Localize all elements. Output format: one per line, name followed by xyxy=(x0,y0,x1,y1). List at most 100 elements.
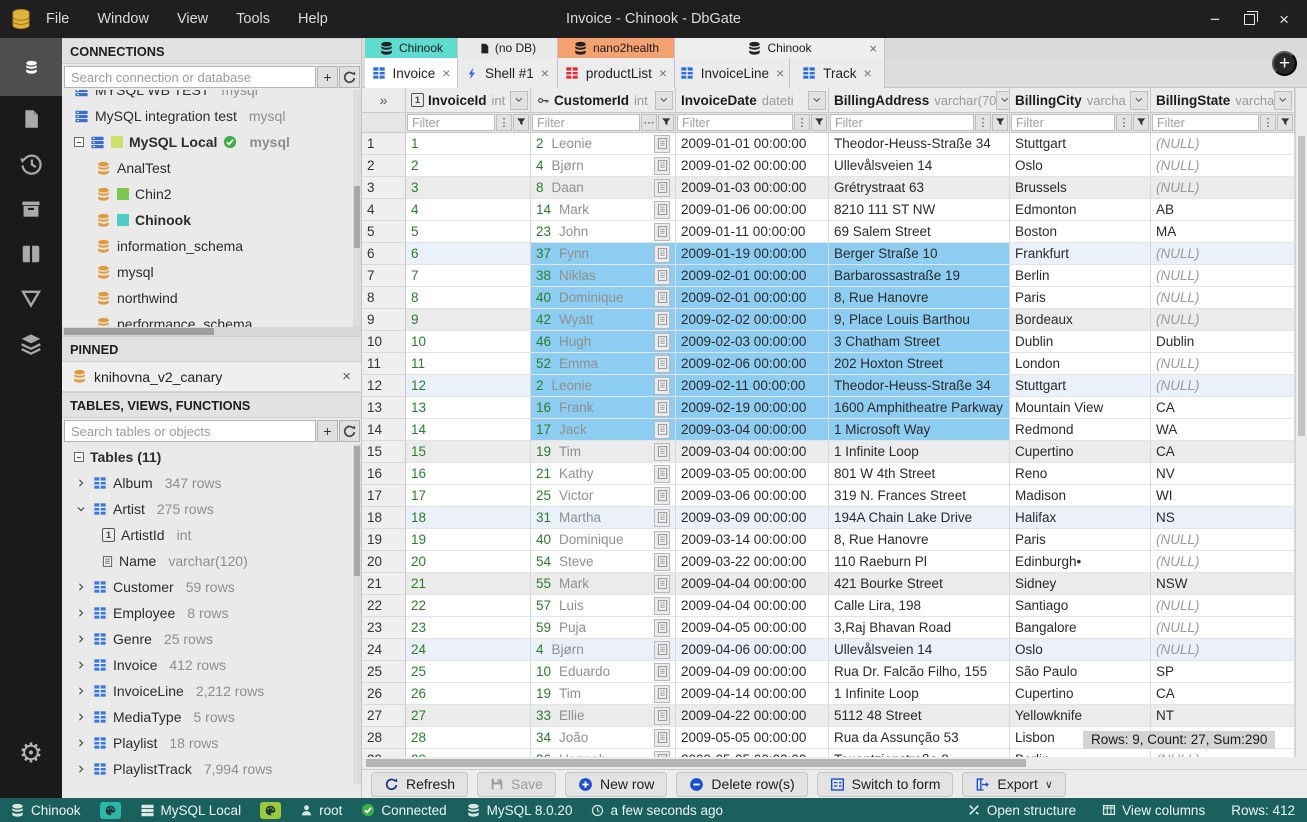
cell-invoicedate[interactable]: 2009-04-04 00:00:00 xyxy=(676,595,829,617)
cell-billingaddress[interactable]: 110 Raeburn Pl xyxy=(829,551,1010,573)
lookup-document-icon[interactable] xyxy=(654,508,670,527)
cell-billingstate[interactable]: (NULL) xyxy=(1151,265,1295,287)
tables-search-input[interactable] xyxy=(64,420,316,442)
cell-billingstate[interactable]: (NULL) xyxy=(1151,749,1295,757)
lookup-document-icon[interactable] xyxy=(654,596,670,615)
cell-billingstate[interactable]: NS xyxy=(1151,507,1295,529)
cell-invoiceid[interactable]: 8 xyxy=(406,287,531,309)
cell-customerid[interactable]: 55 Mark xyxy=(531,573,676,595)
cell-customerid[interactable]: 54 Steve xyxy=(531,551,676,573)
close-tab-icon[interactable]: × xyxy=(864,65,872,81)
filter-input-invoicedate[interactable] xyxy=(677,114,793,131)
cell-invoicedate[interactable]: 2009-02-11 00:00:00 xyxy=(676,375,829,397)
grid-hscrollbar[interactable] xyxy=(362,757,1307,769)
delete-row-s--button[interactable]: Delete row(s) xyxy=(676,771,808,797)
cell-customerid[interactable]: 52 Emma xyxy=(531,353,676,375)
cell-invoicedate[interactable]: 2009-05-05 00:00:00 xyxy=(676,727,829,749)
cell-billingaddress[interactable]: Ullevålsveien 14 xyxy=(829,155,1010,177)
menu-file[interactable]: File xyxy=(46,11,69,27)
chevron-icon[interactable] xyxy=(76,660,87,670)
connection-item[interactable]: MySQL Local mysql xyxy=(62,129,361,155)
cell-invoicedate[interactable]: 2009-02-01 00:00:00 xyxy=(676,287,829,309)
unpin-button[interactable]: × xyxy=(342,368,351,385)
cell-invoicedate[interactable]: 2009-03-06 00:00:00 xyxy=(676,485,829,507)
cell-invoiceid[interactable]: 28 xyxy=(406,727,531,749)
cell-billingstate[interactable]: (NULL) xyxy=(1151,309,1295,331)
cell-billingstate[interactable]: (NULL) xyxy=(1151,639,1295,661)
cell-billingaddress[interactable]: 1600 Amphitheatre Parkway xyxy=(829,397,1010,419)
filter-funnel-button[interactable] xyxy=(658,114,674,131)
cell-invoiceid[interactable]: 18 xyxy=(406,507,531,529)
cell-customerid[interactable]: 19 Tim xyxy=(531,683,676,705)
cell-billingstate[interactable]: (NULL) xyxy=(1151,243,1295,265)
status-chinook[interactable]: Chinook xyxy=(10,803,81,818)
cell-billingcity[interactable]: Bordeaux xyxy=(1010,309,1151,331)
tables-group[interactable]: Tables (11) xyxy=(62,444,361,470)
cell-billingstate[interactable]: (NULL) xyxy=(1151,595,1295,617)
cell-billingaddress[interactable]: Rua da Assunção 53 xyxy=(829,727,1010,749)
menu-tools[interactable]: Tools xyxy=(236,11,270,27)
lookup-document-icon[interactable] xyxy=(654,618,670,637)
cell-billingcity[interactable]: Frankfurt xyxy=(1010,243,1151,265)
cell-billingstate[interactable]: AB xyxy=(1151,199,1295,221)
cell-billingstate[interactable]: NSW xyxy=(1151,573,1295,595)
status-view-columns[interactable]: View columns xyxy=(1102,803,1205,818)
cell-billingcity[interactable]: Cupertino xyxy=(1010,683,1151,705)
row-number[interactable]: 17 xyxy=(362,485,406,507)
cell-billingaddress[interactable]: 319 N. Frances Street xyxy=(829,485,1010,507)
cell-billingcity[interactable]: Oslo xyxy=(1010,155,1151,177)
status-rows-412[interactable]: Rows: 412 xyxy=(1231,803,1295,818)
cell-billingaddress[interactable]: 1 Infinite Loop xyxy=(829,683,1010,705)
lookup-document-icon[interactable] xyxy=(654,222,670,241)
chevron-icon[interactable] xyxy=(76,764,87,774)
tab-productlist[interactable]: productList × xyxy=(558,58,675,88)
filter-funnel-button[interactable] xyxy=(992,114,1008,131)
cell-invoiceid[interactable]: 10 xyxy=(406,331,531,353)
cell-customerid[interactable]: 31 Martha xyxy=(531,507,676,529)
cell-invoicedate[interactable]: 2009-01-01 00:00:00 xyxy=(676,133,829,155)
refresh-connections-button[interactable] xyxy=(339,66,360,88)
tables-vscrollbar[interactable] xyxy=(353,444,361,784)
row-number[interactable]: 15 xyxy=(362,441,406,463)
cell-invoiceid[interactable]: 23 xyxy=(406,617,531,639)
row-number[interactable]: 10 xyxy=(362,331,406,353)
cell-billingstate[interactable]: (NULL) xyxy=(1151,287,1295,309)
cell-invoicedate[interactable]: 2009-04-06 00:00:00 xyxy=(676,639,829,661)
row-number[interactable]: 28 xyxy=(362,727,406,749)
add-table-button[interactable]: + xyxy=(317,420,338,442)
cell-billingstate[interactable]: CA xyxy=(1151,441,1295,463)
cell-invoiceid[interactable]: 27 xyxy=(406,705,531,727)
refresh-tables-button[interactable] xyxy=(339,420,360,442)
lookup-document-icon[interactable] xyxy=(654,332,670,351)
filter-funnel-button[interactable] xyxy=(811,114,827,131)
lookup-document-icon[interactable] xyxy=(654,178,670,197)
cell-customerid[interactable]: 21 Kathy xyxy=(531,463,676,485)
column-item[interactable]: 1 ArtistId int xyxy=(62,522,361,548)
cell-customerid[interactable]: 36Hannah xyxy=(531,749,676,757)
column-menu-button[interactable] xyxy=(1130,90,1148,110)
close-tab-icon[interactable]: × xyxy=(442,65,450,81)
column-item[interactable]: Name varchar(120) xyxy=(62,548,361,574)
row-number[interactable]: 16 xyxy=(362,463,406,485)
cell-billingcity[interactable]: Edinburgh• xyxy=(1010,551,1151,573)
table-item[interactable]: Playlist 18 rows xyxy=(62,730,361,756)
cell-customerid[interactable]: 10 Eduardo xyxy=(531,661,676,683)
lookup-document-icon[interactable] xyxy=(654,354,670,373)
cell-invoiceid[interactable]: 13 xyxy=(406,397,531,419)
cell-invoiceid[interactable]: 22 xyxy=(406,595,531,617)
lookup-document-icon[interactable] xyxy=(654,310,670,329)
cell-invoiceid[interactable]: 14 xyxy=(406,419,531,441)
cell-customerid[interactable]: 34 João xyxy=(531,727,676,749)
connections-hscrollbar[interactable] xyxy=(62,327,361,336)
row-number[interactable]: 20 xyxy=(362,551,406,573)
cell-customerid[interactable]: 17 Jack xyxy=(531,419,676,441)
cell-invoicedate[interactable]: 2009-01-03 00:00:00 xyxy=(676,177,829,199)
table-item[interactable]: Artist 275 rows xyxy=(62,496,361,522)
cell-customerid[interactable]: 25 Victor xyxy=(531,485,676,507)
cell-billingcity[interactable]: Yellowknife xyxy=(1010,705,1151,727)
restore-button[interactable] xyxy=(1244,10,1259,25)
close-tab-icon[interactable]: × xyxy=(541,65,549,81)
cell-billingcity[interactable]: Santiago xyxy=(1010,595,1151,617)
row-number[interactable]: 8 xyxy=(362,287,406,309)
grid-vscrollbar[interactable] xyxy=(1295,88,1307,757)
